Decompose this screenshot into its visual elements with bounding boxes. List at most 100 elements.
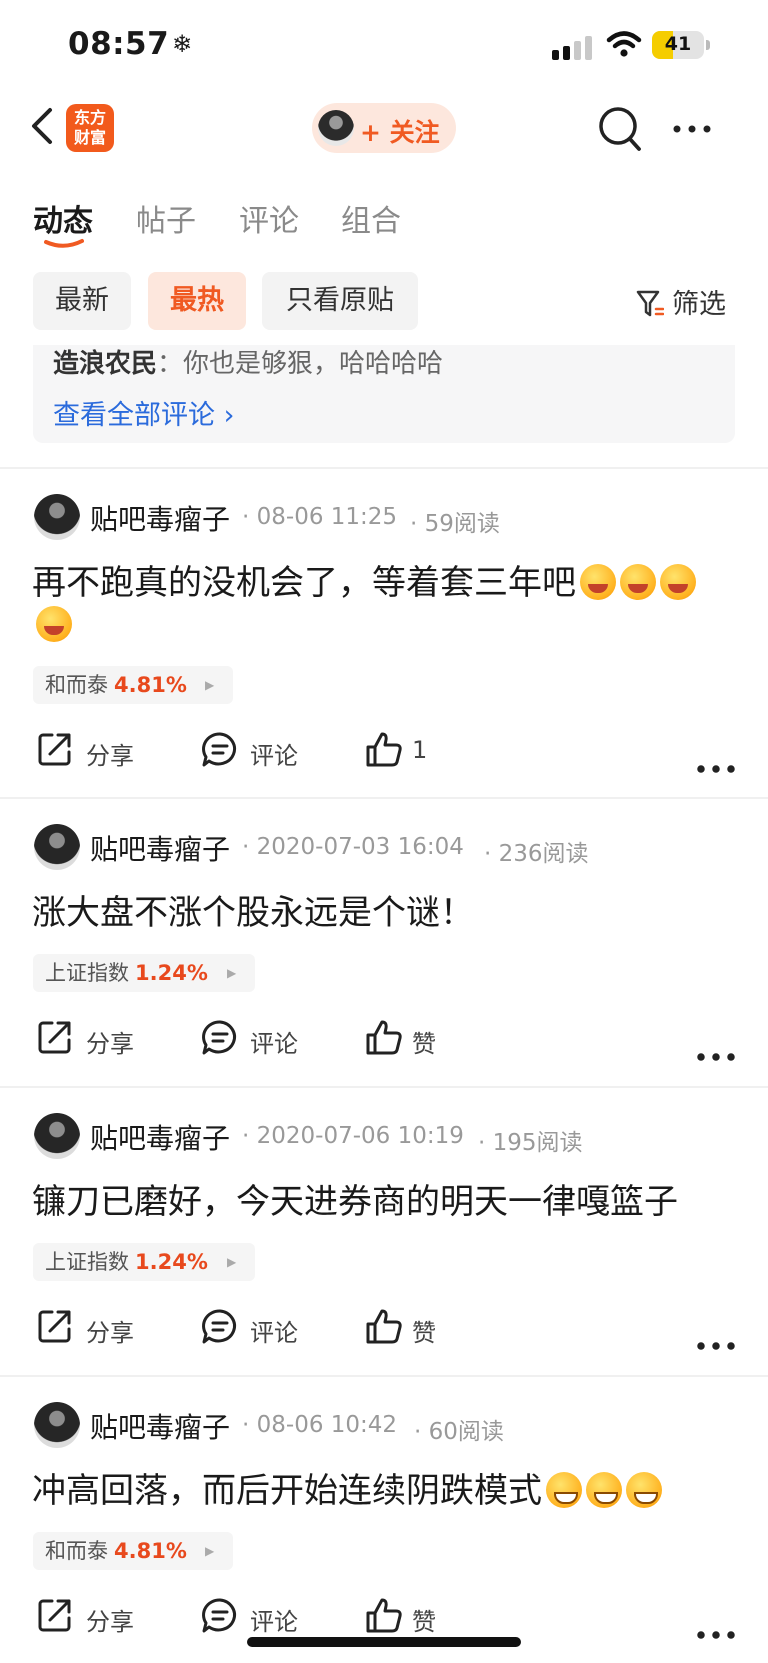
author-avatar[interactable] — [34, 824, 80, 870]
share-icon — [38, 733, 71, 766]
thumbs-up-icon — [366, 1309, 402, 1344]
stock-change: 4.81% — [114, 1539, 187, 1563]
comment-button[interactable]: 评论 — [200, 728, 310, 774]
comment-icon — [202, 1309, 236, 1344]
share-button[interactable]: 分享 — [36, 1305, 146, 1351]
app-logo[interactable]: 东方 财富 — [66, 104, 114, 152]
like-button[interactable]: 1 — [364, 728, 444, 774]
tab-comments[interactable]: 评论 — [239, 196, 299, 240]
caret-right-icon: ▶ — [205, 678, 215, 692]
share-icon — [38, 1599, 71, 1632]
post-more-icon[interactable] — [696, 746, 736, 792]
post-date: · 08-06 11:25 — [242, 504, 398, 530]
home-indicator[interactable] — [247, 1637, 521, 1647]
comment-button[interactable]: 评论 — [200, 1305, 310, 1351]
wifi-icon — [606, 31, 642, 57]
post-text[interactable]: 冲高回落，而后开始连续阴跌模式 — [32, 1470, 736, 1512]
post-more-icon[interactable] — [696, 1323, 736, 1369]
back-chevron-icon[interactable] — [26, 104, 60, 148]
face-with-hand-over-mouth-emoji — [580, 564, 616, 600]
read-count: · 60阅读 — [414, 1419, 504, 1445]
author-name[interactable]: 贴吧毒瘤子 — [90, 1406, 230, 1446]
divider — [0, 1375, 768, 1377]
more-options-icon[interactable] — [672, 124, 712, 134]
like-button[interactable]: 赞 — [364, 1016, 444, 1062]
author-name[interactable]: 贴吧毒瘤子 — [90, 828, 230, 868]
grinning-face-emoji — [586, 1472, 622, 1508]
comment-icon — [202, 1598, 236, 1633]
tab-dynamic[interactable]: 动态 — [33, 196, 93, 240]
author-avatar[interactable] — [34, 1402, 80, 1448]
sort-hottest-chip[interactable]: 最热 — [148, 272, 246, 330]
follow-button[interactable]: + 关注 — [312, 103, 456, 153]
thumbs-up-icon — [366, 1598, 402, 1633]
post-text[interactable]: 镰刀已磨好，今天进券商的明天一律嘎篮子 — [32, 1181, 736, 1223]
post-more-icon[interactable] — [696, 1034, 736, 1080]
comment-button[interactable]: 评论 — [200, 1594, 310, 1640]
comment-button[interactable]: 评论 — [200, 1016, 310, 1062]
battery-level: 41 — [664, 33, 692, 55]
app-header: 东方 财富 + 关注 — [0, 96, 768, 166]
follow-label: + 关注 — [360, 118, 440, 147]
thumbs-up-icon — [366, 732, 402, 767]
search-icon[interactable] — [596, 104, 644, 154]
like-button[interactable]: 赞 — [364, 1594, 444, 1640]
like-count: 1 — [412, 736, 428, 764]
stock-tag[interactable]: 上证指数 1.24% ▶ — [33, 1243, 255, 1281]
stock-change: 1.24% — [135, 1250, 208, 1274]
divider — [0, 467, 768, 469]
share-button[interactable]: 分享 — [36, 728, 146, 774]
tab-portfolio[interactable]: 组合 — [341, 196, 401, 240]
post-text[interactable]: 涨大盘不涨个股永远是个谜！ — [32, 892, 736, 934]
sort-latest-chip[interactable]: 最新 — [33, 272, 131, 330]
author-name[interactable]: 贴吧毒瘤子 — [90, 1117, 230, 1157]
filter-icon — [636, 290, 665, 317]
post-date: · 08-06 10:42 — [242, 1412, 398, 1438]
post-actions: 分享 评论 赞 — [0, 1594, 768, 1640]
read-count: · 59阅读 — [410, 511, 500, 537]
post-actions: 分享 评论 1 — [0, 728, 768, 774]
read-count: · 236阅读 — [484, 841, 589, 867]
thumbs-up-icon — [366, 1020, 402, 1055]
preview-comment: 造浪农民：你也是够狠，哈哈哈哈 — [53, 349, 444, 379]
zany-face-emoji — [660, 564, 696, 600]
view-all-comments-link[interactable]: 查看全部评论 › — [53, 393, 234, 432]
filter-button[interactable]: 筛选 — [636, 282, 726, 321]
comment-preview-box: 造浪农民：你也是够狠，哈哈哈哈 查看全部评论 › — [33, 345, 735, 443]
tab-posts[interactable]: 帖子 — [136, 196, 196, 240]
caret-right-icon: ▶ — [205, 1544, 215, 1558]
like-label: 赞 — [412, 1030, 436, 1058]
divider — [0, 797, 768, 799]
caret-right-icon: ▶ — [227, 966, 237, 980]
original-only-chip[interactable]: 只看原贴 — [262, 272, 418, 330]
like-button[interactable]: 赞 — [364, 1305, 444, 1351]
user-avatar — [318, 110, 354, 146]
author-name[interactable]: 贴吧毒瘤子 — [90, 498, 230, 538]
share-icon — [38, 1310, 71, 1343]
active-tab-indicator — [44, 239, 84, 248]
share-button[interactable]: 分享 — [36, 1016, 146, 1062]
author-avatar[interactable] — [34, 494, 80, 540]
post-date: · 2020-07-03 16:04 — [242, 834, 464, 860]
zany-face-emoji — [36, 606, 72, 642]
share-button[interactable]: 分享 — [36, 1594, 146, 1640]
like-label: 赞 — [412, 1319, 436, 1347]
author-avatar[interactable] — [34, 1113, 80, 1159]
comment-icon — [202, 1020, 236, 1055]
read-count: · 195阅读 — [478, 1130, 583, 1156]
stock-tag[interactable]: 和而泰 4.81% ▶ — [33, 1532, 233, 1570]
comment-icon — [202, 732, 236, 767]
caret-right-icon: ▶ — [227, 1255, 237, 1269]
share-icon — [38, 1021, 71, 1054]
stock-change: 4.81% — [114, 673, 187, 697]
post-text[interactable]: 再不跑真的没机会了，等着套三年吧 — [32, 562, 736, 646]
sort-filter-bar: 最新 最热 只看原贴 筛选 — [0, 272, 768, 330]
profile-tabs: 动态 帖子 评论 组合 — [0, 190, 768, 250]
like-label: 赞 — [412, 1608, 436, 1636]
stock-tag[interactable]: 上证指数 1.24% ▶ — [33, 954, 255, 992]
post-more-icon[interactable] — [696, 1612, 736, 1658]
stock-tag[interactable]: 和而泰 4.81% ▶ — [33, 666, 233, 704]
cellular-signal-icon — [552, 36, 594, 60]
grinning-face-emoji — [546, 1472, 582, 1508]
stock-change: 1.24% — [135, 961, 208, 985]
